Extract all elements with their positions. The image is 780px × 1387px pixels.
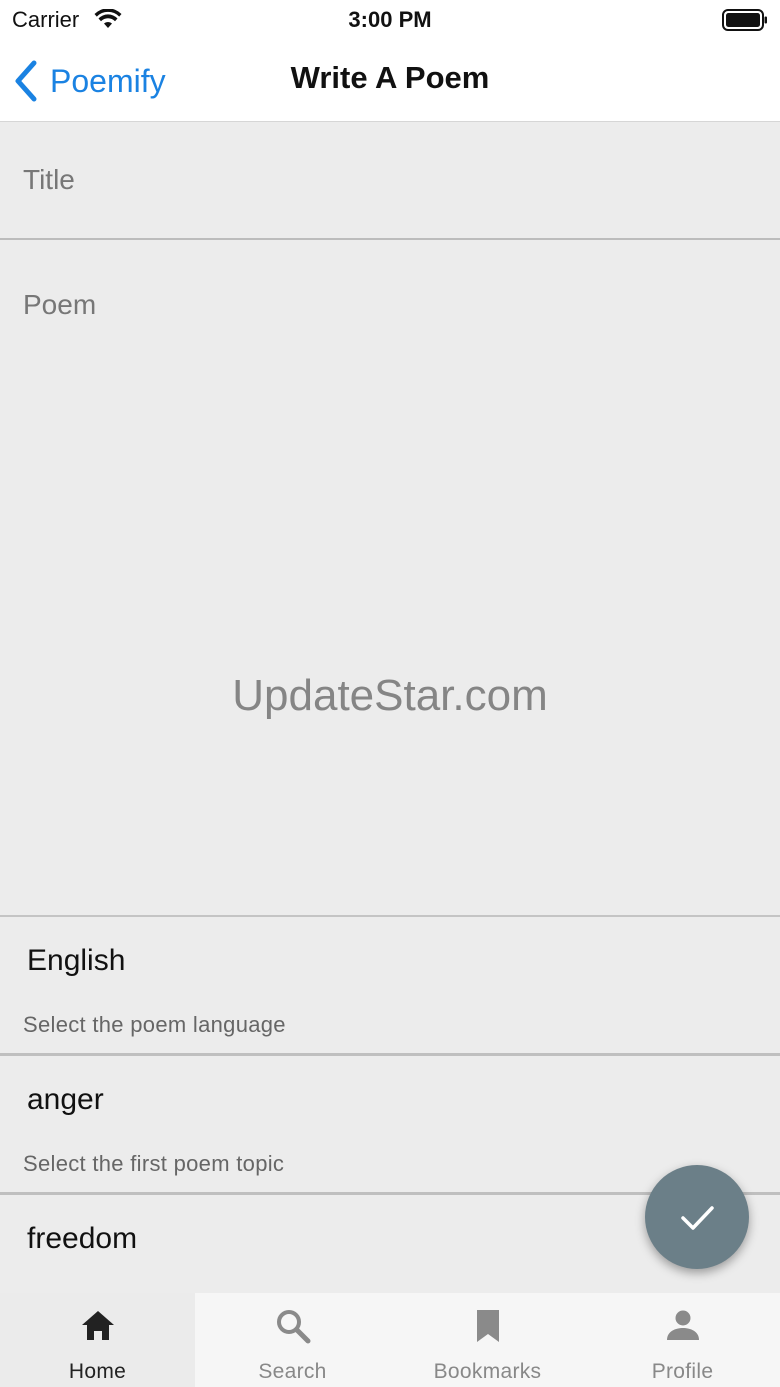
first-topic-value: anger [27, 1083, 104, 1116]
status-bar: Carrier 3:00 PM [0, 0, 780, 40]
profile-icon [666, 1310, 699, 1340]
first-topic-helper-text: Select the first poem topic [23, 1151, 285, 1176]
tab-bookmarks[interactable]: Bookmarks [390, 1293, 585, 1387]
tab-bookmarks-label: Bookmarks [433, 1360, 542, 1383]
navigation-bar: Poemify Write A Poem [0, 40, 780, 122]
poem-field: UpdateStar.com [0, 241, 780, 917]
tab-home-label: Home [68, 1360, 127, 1383]
title-input[interactable] [0, 122, 780, 238]
bookmark-icon [476, 1310, 499, 1342]
submit-fab-button[interactable] [645, 1165, 749, 1269]
title-field [0, 122, 780, 240]
check-icon [681, 1206, 714, 1230]
tab-search-label: Search [258, 1360, 327, 1383]
page-title: Write A Poem [290, 60, 490, 95]
tab-search[interactable]: Search [195, 1293, 390, 1387]
tab-home[interactable]: Home [0, 1293, 195, 1387]
status-time: 3:00 PM [348, 7, 432, 32]
second-topic-value: freedom [27, 1222, 138, 1255]
language-select[interactable]: English Select the poem language [0, 918, 780, 1056]
tab-profile[interactable]: Profile [585, 1293, 780, 1387]
poem-textarea[interactable] [0, 241, 780, 915]
language-value: English [27, 944, 126, 977]
tab-bar: Home Search Bookmarks Profile [0, 1293, 780, 1387]
battery-icon [722, 9, 767, 31]
search-icon [276, 1310, 310, 1344]
tab-profile-label: Profile [651, 1360, 714, 1383]
home-icon [81, 1311, 114, 1340]
language-helper-text: Select the poem language [23, 1012, 286, 1037]
first-topic-select[interactable]: anger Select the first poem topic [0, 1057, 780, 1195]
